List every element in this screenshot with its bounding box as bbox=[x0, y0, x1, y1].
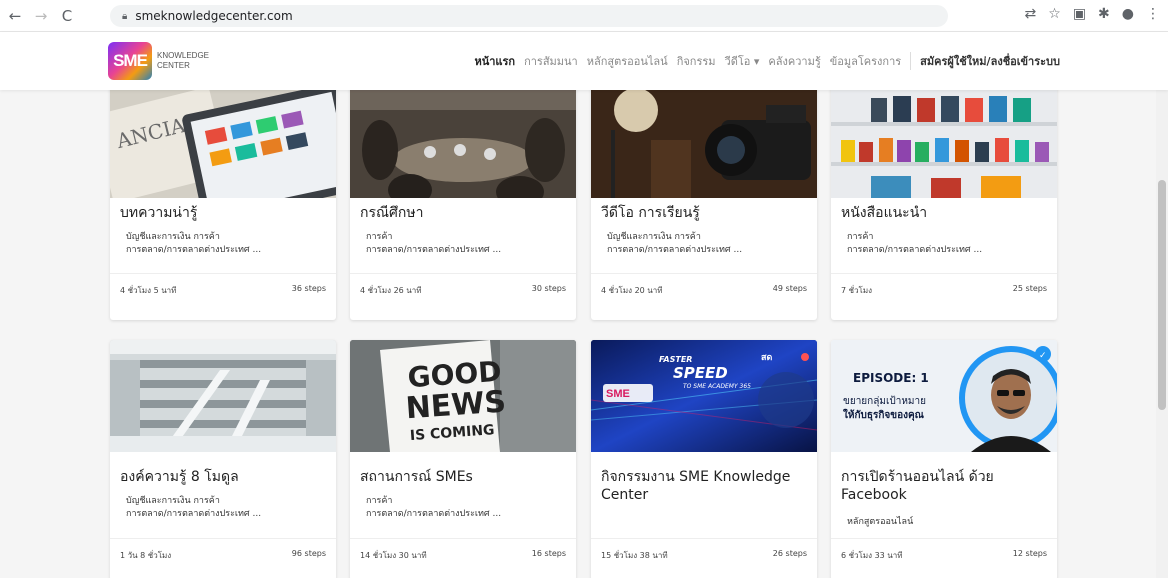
svg-text:✓: ✓ bbox=[1039, 351, 1047, 361]
banner-news-text: NEWS bbox=[405, 384, 508, 426]
course-grid: ANCIAL บทความน่ารู้ บัญชีและการเงิน การค… bbox=[0, 90, 1156, 578]
card-duration: 1 วัน 8 ชั่วโมง bbox=[120, 551, 172, 560]
card-duration: 4 ชั่วโมง 20 นาที bbox=[601, 286, 663, 295]
card-title[interactable]: บทความน่ารู้ bbox=[120, 204, 326, 222]
login-link[interactable]: สมัครผู้ใช้ใหม่/ลงชื่อเข้าระบบ bbox=[910, 52, 1060, 70]
card-tags: การค้า การตลาด/การตลาดต่างประเทศ ... bbox=[366, 232, 502, 255]
page-scrollbar[interactable] bbox=[1156, 32, 1168, 578]
bookshelf-image bbox=[831, 90, 1057, 198]
course-card[interactable]: วีดีโอ การเรียนรู้ บัญชีและการเงิน การค้… bbox=[591, 90, 817, 320]
banner-faster-text: FASTER bbox=[659, 355, 692, 364]
course-card[interactable]: GOOD NEWS IS COMING สถานการณ์ SMEs การค้… bbox=[350, 340, 576, 578]
card-steps: 16 steps bbox=[531, 549, 566, 558]
card-tags: บัญชีและการเงิน การค้า การตลาด/การตลาดต่า… bbox=[126, 496, 262, 519]
newspaper-tablet-image: ANCIAL bbox=[110, 90, 336, 198]
card-steps: 36 steps bbox=[291, 284, 326, 293]
forward-icon[interactable]: → bbox=[30, 5, 52, 27]
sme-logo-mark: SME bbox=[108, 42, 152, 80]
banner-episode-text: EPISODE: 1 bbox=[853, 371, 929, 385]
logo-text: KNOWLEDGE CENTER bbox=[157, 51, 210, 70]
nav-activities[interactable]: กิจกรรม bbox=[677, 52, 716, 70]
menu-kebab-icon[interactable]: ⋮ bbox=[1146, 6, 1160, 22]
course-card[interactable]: องค์ความรู้ 8 โมดูล บัญชีและการเงิน การค… bbox=[110, 340, 336, 578]
card-footer: 4 ชั่วโมง 5 นาที 36 steps bbox=[110, 273, 336, 303]
card-steps: 26 steps bbox=[772, 549, 807, 558]
svg-text:SME: SME bbox=[606, 388, 630, 400]
card-footer: 7 ชั่วโมง 25 steps bbox=[831, 273, 1057, 303]
reload-icon[interactable]: C bbox=[56, 5, 78, 27]
main-nav: หน้าแรก การสัมมนา หลักสูตรออนไลน์ กิจกรร… bbox=[474, 52, 1060, 70]
card-tags: หลักสูตรออนไลน์ bbox=[847, 517, 914, 527]
card-footer: 4 ชั่วโมง 26 นาที 30 steps bbox=[350, 273, 576, 303]
card-tags: บัญชีและการเงิน การค้า การตลาด/การตลาดต่า… bbox=[126, 232, 262, 255]
card-title[interactable]: สถานการณ์ SMEs bbox=[360, 468, 566, 486]
card-steps: 49 steps bbox=[772, 284, 807, 293]
profile-icon[interactable]: ● bbox=[1122, 6, 1134, 22]
address-bar[interactable]: 🔒︎ smeknowledgecenter.com bbox=[110, 5, 948, 27]
good-news-sign-image: GOOD NEWS IS COMING bbox=[350, 340, 576, 452]
card-footer: 14 ชั่วโมง 30 นาที 16 steps bbox=[350, 538, 576, 568]
card-duration: 7 ชั่วโมง bbox=[841, 286, 873, 295]
card-steps: 12 steps bbox=[1012, 549, 1047, 558]
card-steps: 25 steps bbox=[1012, 284, 1047, 293]
card-title[interactable]: การเปิดร้านออนไลน์ ด้วย Facebook bbox=[841, 468, 1047, 504]
video-camera-image bbox=[591, 90, 817, 198]
card-tags: การค้า การตลาด/การตลาดต่างประเทศ ... bbox=[847, 232, 983, 255]
card-footer: 6 ชั่วโมง 33 นาที 12 steps bbox=[831, 538, 1057, 568]
card-duration: 6 ชั่วโมง 33 นาที bbox=[841, 551, 903, 560]
nav-home[interactable]: หน้าแรก bbox=[474, 52, 515, 70]
nav-online-course[interactable]: หลักสูตรออนไลน์ bbox=[587, 52, 668, 70]
banner-speed-text: SPEED bbox=[673, 364, 728, 382]
card-title[interactable]: วีดีโอ การเรียนรู้ bbox=[601, 204, 807, 222]
site-header: SME KNOWLEDGE CENTER หน้าแรก การสัมมนา ห… bbox=[0, 32, 1168, 90]
nav-video-dropdown[interactable]: วีดีโอ ▾ bbox=[725, 52, 760, 70]
card-title[interactable]: หนังสือแนะนำ bbox=[841, 204, 1047, 222]
back-icon[interactable]: ← bbox=[4, 5, 26, 27]
site-logo[interactable]: SME KNOWLEDGE CENTER bbox=[108, 42, 209, 80]
banner-academy-text: TO SME ACADEMY 365 bbox=[683, 383, 751, 390]
card-footer: 15 ชั่วโมง 38 นาที 26 steps bbox=[591, 538, 817, 568]
banner-sub1-text: ขยายกลุ่มเป้าหมาย bbox=[843, 395, 926, 407]
nav-seminar[interactable]: การสัมมนา bbox=[524, 52, 578, 70]
card-tags: การค้า การตลาด/การตลาดต่างประเทศ ... bbox=[366, 496, 502, 519]
card-footer: 4 ชั่วโมง 20 นาที 49 steps bbox=[591, 273, 817, 303]
course-card[interactable]: ✓ EPISODE: 1 ขยายกลุ่มเป้าหมาย ให้กับธุร… bbox=[831, 340, 1057, 578]
nav-project-info[interactable]: ข้อมูลโครงการ bbox=[830, 52, 901, 70]
extensions-puzzle-icon[interactable]: ✱ bbox=[1098, 6, 1110, 22]
card-duration: 15 ชั่วโมง 38 นาที bbox=[601, 551, 668, 560]
url-text: smeknowledgecenter.com bbox=[135, 9, 293, 23]
card-duration: 4 ชั่วโมง 5 นาที bbox=[120, 286, 177, 295]
card-steps: 96 steps bbox=[291, 549, 326, 558]
card-duration: 14 ชั่วโมง 30 นาที bbox=[360, 551, 427, 560]
nav-knowledge[interactable]: คลังความรู้ bbox=[768, 52, 820, 70]
course-card[interactable]: FASTER SPEED TO SME ACADEMY 365 SME สด ก… bbox=[591, 340, 817, 578]
bookmark-star-icon[interactable]: ☆ bbox=[1048, 6, 1061, 22]
card-steps: 30 steps bbox=[531, 284, 566, 293]
episode-banner-image: ✓ EPISODE: 1 ขยายกลุ่มเป้าหมาย ให้กับธุร… bbox=[831, 340, 1057, 452]
extension-icon[interactable]: ▣ bbox=[1073, 6, 1086, 22]
card-footer: 1 วัน 8 ชั่วโมง 96 steps bbox=[110, 538, 336, 568]
card-title[interactable]: กรณีศึกษา bbox=[360, 204, 566, 222]
browser-toolbar: ← → C 🔒︎ smeknowledgecenter.com ⇄ ☆ ▣ ✱ … bbox=[0, 0, 1168, 32]
card-title[interactable]: องค์ความรู้ 8 โมดูล bbox=[120, 468, 326, 486]
card-tags: บัญชีและการเงิน การค้า การตลาด/การตลาดต่า… bbox=[607, 232, 743, 255]
banner-sub2-text: ให้กับธุรกิจของคุณ bbox=[843, 408, 925, 421]
translate-icon[interactable]: ⇄ bbox=[1025, 6, 1037, 22]
banner-live-text: สด bbox=[761, 353, 772, 363]
course-card[interactable]: กรณีศึกษา การค้า การตลาด/การตลาดต่างประเท… bbox=[350, 90, 576, 320]
lock-icon: 🔒︎ bbox=[122, 10, 128, 22]
library-atrium-image bbox=[110, 340, 336, 452]
sme-academy-banner-image: FASTER SPEED TO SME ACADEMY 365 SME สด bbox=[591, 340, 817, 452]
course-card[interactable]: ANCIAL บทความน่ารู้ บัญชีและการเงิน การค… bbox=[110, 90, 336, 320]
card-title[interactable]: กิจกรรมงาน SME Knowledge Center bbox=[601, 468, 807, 504]
scrollbar-thumb[interactable] bbox=[1158, 180, 1166, 410]
course-card[interactable]: หนังสือแนะนำ การค้า การตลาด/การตลาดต่างปร… bbox=[831, 90, 1057, 320]
card-duration: 4 ชั่วโมง 26 นาที bbox=[360, 286, 422, 295]
cafe-meeting-image bbox=[350, 90, 576, 198]
